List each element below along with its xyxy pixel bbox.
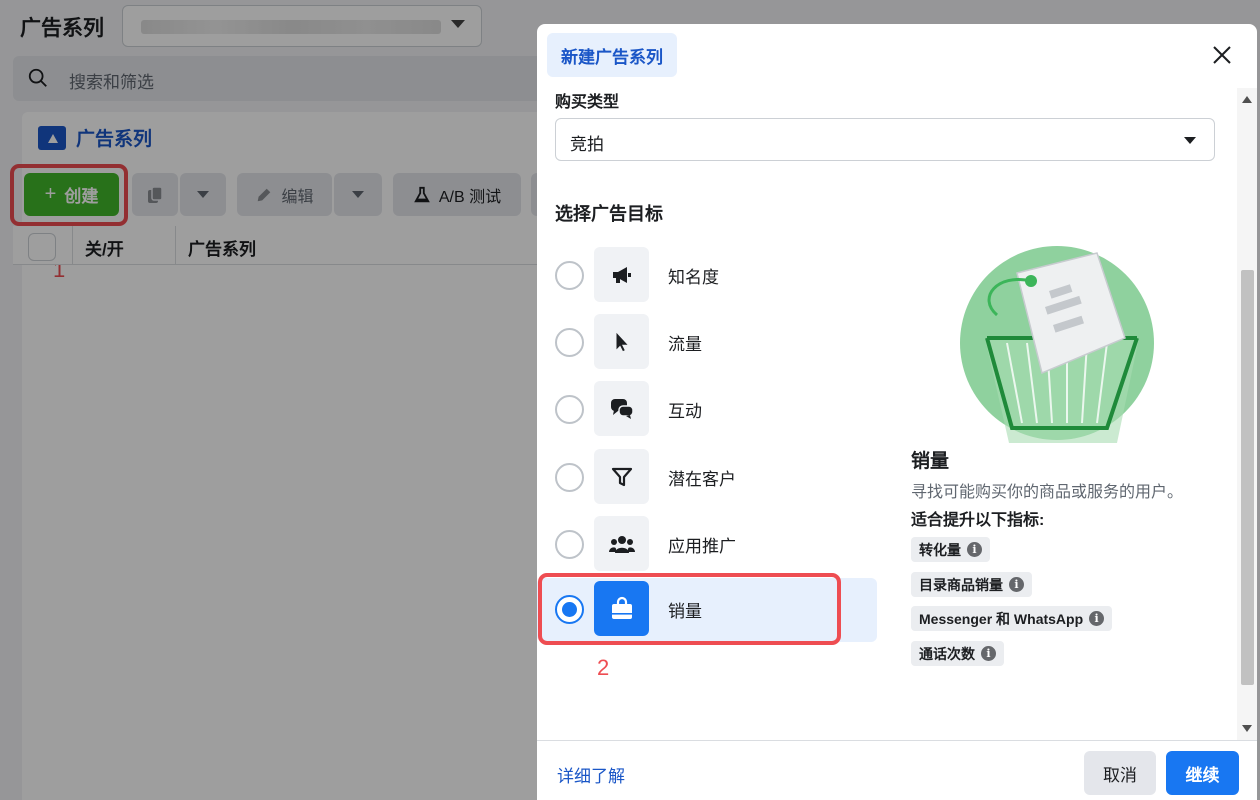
metric-label: 目录商品销量 <box>919 576 1003 593</box>
objective-icon-box <box>594 516 649 571</box>
scrollbar-thumb[interactable] <box>1241 270 1254 685</box>
purchase-type-value: 竞拍 <box>570 135 604 154</box>
chevron-down-icon <box>1184 137 1196 144</box>
objective-label: 流量 <box>668 335 702 354</box>
new-campaign-dialog: 新建广告系列 购买类型 竞拍 选择广告目标 知名度 流量 互动 潜在客户 应用推… <box>537 24 1257 800</box>
objective-icon-box <box>594 247 649 302</box>
objective-detail-description: 寻找可能购买你的商品或服务的用户。 <box>911 484 1184 501</box>
metric-label: 转化量 <box>919 541 961 558</box>
objective-label: 互动 <box>668 402 702 421</box>
people-icon <box>608 535 635 553</box>
dialog-header: 新建广告系列 <box>537 24 1257 88</box>
cancel-button[interactable]: 取消 <box>1084 751 1156 795</box>
radio-button[interactable] <box>555 530 584 559</box>
info-icon[interactable]: i <box>1009 577 1024 592</box>
objective-icon-box <box>594 314 649 369</box>
dialog-footer: 详细了解 取消 继续 <box>537 740 1257 800</box>
chat-bubbles-icon <box>610 398 634 419</box>
metrics-heading: 适合提升以下指标: <box>911 512 1045 529</box>
objective-option-engagement[interactable]: 互动 <box>537 378 877 442</box>
objective-option-leads[interactable]: 潜在客户 <box>537 446 877 510</box>
objective-option-awareness[interactable]: 知名度 <box>537 244 877 308</box>
funnel-icon <box>611 467 632 486</box>
objective-option-traffic[interactable]: 流量 <box>537 311 877 375</box>
dialog-tab-new-campaign[interactable]: 新建广告系列 <box>547 33 677 77</box>
info-icon[interactable]: i <box>967 542 982 557</box>
objective-label: 潜在客户 <box>668 470 736 489</box>
metric-tag: 转化量 i <box>911 537 990 562</box>
objective-heading: 选择广告目标 <box>555 204 663 224</box>
metric-tag: 目录商品销量 i <box>911 572 1032 597</box>
radio-button[interactable] <box>555 463 584 492</box>
objective-detail-title: 销量 <box>911 451 950 472</box>
cursor-icon <box>616 332 627 351</box>
megaphone-icon <box>612 266 631 283</box>
radio-button[interactable] <box>555 395 584 424</box>
continue-button[interactable]: 继续 <box>1166 751 1239 795</box>
close-icon[interactable] <box>1211 44 1233 66</box>
purchase-type-select[interactable]: 竞拍 <box>555 118 1215 161</box>
metric-label: Messenger 和 WhatsApp <box>919 610 1084 627</box>
radio-button[interactable] <box>555 261 584 290</box>
learn-more-link[interactable]: 详细了解 <box>557 762 625 787</box>
scroll-down-arrow-icon[interactable] <box>1242 725 1252 732</box>
metric-tag: 通话次数 i <box>911 641 1004 666</box>
info-icon[interactable]: i <box>1089 611 1105 626</box>
dialog-body: 购买类型 竞拍 选择广告目标 知名度 流量 互动 潜在客户 应用推广 销量 2 … <box>537 88 1257 740</box>
annotation-number-2: 2 <box>597 655 610 680</box>
metric-tag: Messenger 和 WhatsApp i <box>911 606 1113 631</box>
annotation-box-2 <box>538 573 841 645</box>
info-icon[interactable]: i <box>981 646 996 661</box>
objective-label: 知名度 <box>668 268 719 287</box>
dialog-scrollbar[interactable] <box>1237 88 1257 740</box>
objective-icon-box <box>594 381 649 436</box>
objective-option-app-promotion[interactable]: 应用推广 <box>537 513 877 577</box>
scroll-up-arrow-icon[interactable] <box>1242 96 1252 103</box>
sales-illustration <box>960 246 1154 443</box>
purchase-type-label: 购买类型 <box>555 94 620 111</box>
objective-icon-box <box>594 449 649 504</box>
radio-button[interactable] <box>555 328 584 357</box>
metric-label: 通话次数 <box>919 645 975 662</box>
objective-label: 应用推广 <box>668 537 736 556</box>
